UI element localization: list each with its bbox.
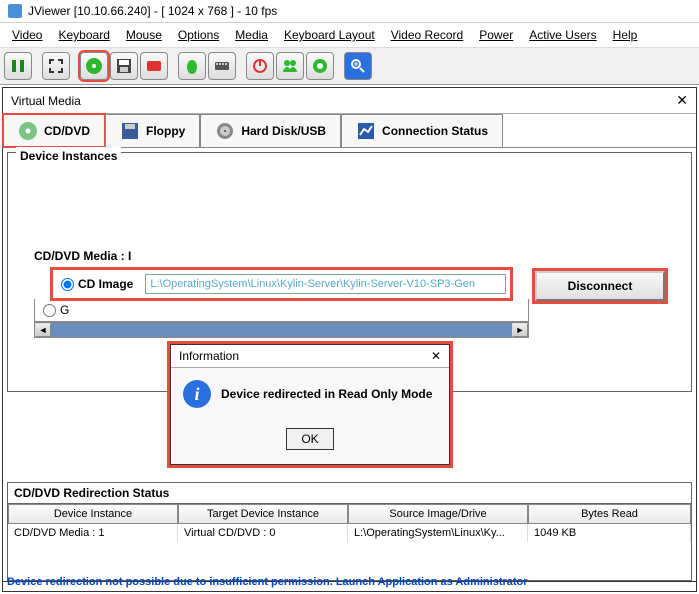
col-device-instance: Device Instance — [8, 504, 178, 524]
toolbar — [0, 48, 699, 85]
toolbar-keyboard[interactable] — [208, 52, 236, 80]
redirection-status-title: CD/DVD Redirection Status — [7, 482, 692, 504]
toolbar-pause[interactable] — [4, 52, 32, 80]
tab-cddvd[interactable]: CD/DVD — [3, 114, 105, 147]
toolbar-users[interactable] — [276, 52, 304, 80]
g-drive-label: G — [60, 303, 69, 317]
h-scrollbar[interactable]: ◄ ► — [34, 322, 529, 338]
col-bytes-read: Bytes Read — [528, 504, 691, 524]
cell-target-device: Virtual CD/DVD : 0 — [178, 524, 348, 542]
media-label: CD/DVD Media : I — [34, 249, 683, 263]
tab-harddisk[interactable]: Hard Disk/USB — [200, 114, 341, 147]
tab-connection-status[interactable]: Connection Status — [341, 114, 503, 147]
scroll-left-icon[interactable]: ◄ — [35, 323, 51, 337]
menu-keyboard-layout[interactable]: Keyboard Layout — [276, 25, 383, 45]
hdd-icon — [215, 121, 235, 141]
menu-power[interactable]: Power — [471, 25, 521, 45]
menu-active-users[interactable]: Active Users — [521, 25, 604, 45]
device-instances-title: Device Instances — [16, 147, 121, 165]
titlebar: JViewer [10.10.66.240] - [ 1024 x 768 ] … — [0, 0, 699, 23]
g-drive-radio[interactable] — [43, 304, 56, 317]
menu-keyboard[interactable]: Keyboard — [50, 25, 117, 45]
virtual-media-window: Virtual Media ✕ CD/DVD Floppy Hard Disk/… — [2, 87, 697, 582]
footer-warning: Device redirection not possible due to i… — [2, 573, 697, 592]
cd-image-label: CD Image — [78, 277, 133, 291]
floppy-icon — [120, 121, 140, 141]
dialog-titlebar: Information ✕ — [171, 345, 449, 368]
cd-image-row: CD Image — [52, 269, 511, 299]
menu-mouse[interactable]: Mouse — [118, 25, 170, 45]
menu-video-record[interactable]: Video Record — [383, 25, 472, 45]
dialog-message: Device redirected in Read Only Mode — [221, 387, 432, 401]
menubar: Video Keyboard Mouse Options Media Keybo… — [0, 23, 699, 48]
tab-label: Hard Disk/USB — [241, 124, 326, 138]
cell-source-image: L:\OperatingSystem\Linux\Ky... — [348, 524, 528, 542]
menu-video[interactable]: Video — [4, 25, 50, 45]
tab-label: Connection Status — [382, 124, 488, 138]
toolbar-fullscreen[interactable] — [42, 52, 70, 80]
toolbar-zoom[interactable] — [344, 52, 372, 80]
info-icon: i — [183, 380, 211, 408]
cd-image-radio[interactable] — [61, 278, 74, 291]
g-drive-row: G — [34, 299, 529, 322]
menu-help[interactable]: Help — [605, 25, 646, 45]
toolbar-rec[interactable] — [140, 52, 168, 80]
table-row: CD/DVD Media : 1 Virtual CD/DVD : 0 L:\O… — [8, 524, 691, 542]
toolbar-mouse[interactable] — [178, 52, 206, 80]
menu-options[interactable]: Options — [170, 25, 227, 45]
dialog-title: Information — [179, 349, 239, 363]
tabbar: CD/DVD Floppy Hard Disk/USB Connection S… — [3, 114, 696, 148]
toolbar-power[interactable] — [246, 52, 274, 80]
cd-image-path-input[interactable] — [145, 274, 506, 294]
col-source-image: Source Image/Drive — [348, 504, 528, 524]
redirection-table: Device Instance Target Device Instance S… — [7, 504, 692, 581]
toolbar-disc[interactable] — [80, 52, 108, 80]
scroll-right-icon[interactable]: ► — [512, 323, 528, 337]
cell-bytes-read: 1049 KB — [528, 524, 691, 542]
cell-device-instance: CD/DVD Media : 1 — [8, 524, 178, 542]
toolbar-save[interactable] — [110, 52, 138, 80]
table-header: Device Instance Target Device Instance S… — [8, 504, 691, 524]
disconnect-button[interactable]: Disconnect — [535, 271, 665, 301]
col-target-device: Target Device Instance — [178, 504, 348, 524]
sub-title: Virtual Media — [11, 94, 81, 108]
window-title: JViewer [10.10.66.240] - [ 1024 x 768 ] … — [28, 4, 277, 18]
ok-button[interactable]: OK — [286, 428, 333, 450]
disc-icon — [18, 121, 38, 141]
tab-label: Floppy — [146, 124, 185, 138]
toolbar-volume[interactable] — [306, 52, 334, 80]
chart-icon — [356, 121, 376, 141]
tab-label: CD/DVD — [44, 124, 90, 138]
information-dialog: Information ✕ i Device redirected in Rea… — [170, 344, 450, 465]
close-icon[interactable]: ✕ — [676, 92, 688, 109]
app-icon — [8, 4, 22, 18]
tab-floppy[interactable]: Floppy — [105, 114, 200, 147]
menu-media[interactable]: Media — [227, 25, 276, 45]
sub-titlebar: Virtual Media ✕ — [3, 88, 696, 114]
dialog-close-icon[interactable]: ✕ — [431, 349, 441, 363]
